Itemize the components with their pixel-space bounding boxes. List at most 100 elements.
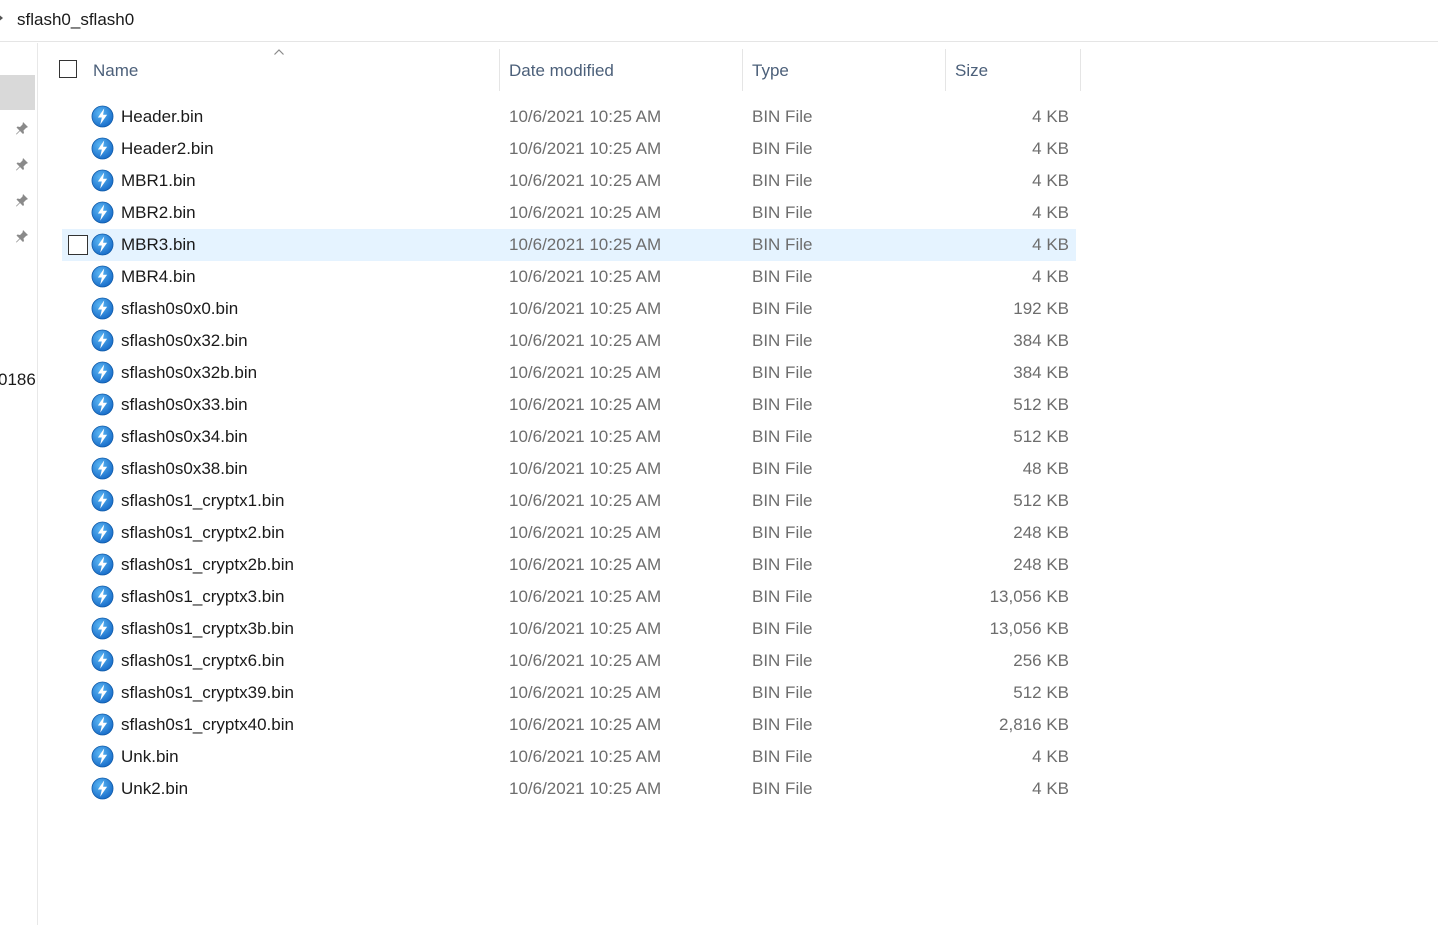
- file-size: 4 KB: [1032, 139, 1069, 158]
- file-row[interactable]: sflash0s0x0.bin 10/6/2021 10:25 AM BIN Fil…: [62, 293, 1076, 325]
- file-row[interactable]: MBR3.bin 10/6/2021 10:25 AM BIN File 4 KB: [62, 229, 1076, 261]
- file-size: 4 KB: [1032, 171, 1069, 190]
- file-name: sflash0s0x34.bin: [121, 427, 248, 446]
- flash-file-icon: [91, 265, 114, 288]
- navigation-pane: 0186: [0, 43, 38, 925]
- file-name: Unk.bin: [121, 747, 179, 766]
- file-row[interactable]: sflash0s0x34.bin 10/6/2021 10:25 AM BIN Fi…: [62, 421, 1076, 453]
- address-path[interactable]: sflash0_sflash0: [17, 10, 134, 30]
- file-size: 512 KB: [1013, 427, 1069, 446]
- pin-icon[interactable]: [14, 120, 30, 136]
- file-size: 4 KB: [1032, 107, 1069, 126]
- file-row[interactable]: sflash0s1_cryptx3b.bin 10/6/2021 10:25 AM…: [62, 613, 1076, 645]
- flash-file-icon: [91, 457, 114, 480]
- file-row[interactable]: sflash0s1_cryptx39.bin 10/6/2021 10:25 AM…: [62, 677, 1076, 709]
- column-header-name[interactable]: Name: [93, 61, 138, 81]
- pin-icon[interactable]: [14, 156, 30, 172]
- file-date-modified: 10/6/2021 10:25 AM: [509, 555, 662, 574]
- flash-file-icon: [91, 425, 114, 448]
- file-type: BIN File: [752, 235, 813, 254]
- file-date-modified: 10/6/2021 10:25 AM: [509, 363, 662, 382]
- file-name: sflash0s0x33.bin: [121, 395, 248, 414]
- flash-file-icon: [91, 617, 114, 640]
- file-row[interactable]: sflash0s1_cryptx2.bin 10/6/2021 10:25 AM B…: [62, 517, 1076, 549]
- file-row[interactable]: sflash0s1_cryptx40.bin 10/6/2021 10:25 AM…: [62, 709, 1076, 741]
- file-date-modified: 10/6/2021 10:25 AM: [509, 395, 662, 414]
- file-size: 48 KB: [1022, 459, 1069, 478]
- address-bar[interactable]: sflash0_sflash0: [0, 0, 1438, 42]
- file-row[interactable]: sflash0s0x32.bin 10/6/2021 10:25 AM BIN Fi…: [62, 325, 1076, 357]
- file-type: BIN File: [752, 139, 813, 158]
- file-row[interactable]: sflash0s1_cryptx2b.bin 10/6/2021 10:25 AM…: [62, 549, 1076, 581]
- file-row[interactable]: MBR2.bin 10/6/2021 10:25 AM BIN File 4 KB: [62, 197, 1076, 229]
- file-size: 2,816 KB: [999, 715, 1069, 734]
- file-date-modified: 10/6/2021 10:25 AM: [509, 139, 662, 158]
- column-header-size[interactable]: Size: [955, 61, 988, 81]
- flash-file-icon: [91, 137, 114, 160]
- pin-icon[interactable]: [14, 228, 30, 244]
- sort-ascending-icon: [274, 49, 284, 55]
- file-row[interactable]: sflash0s0x38.bin 10/6/2021 10:25 AM BIN Fi…: [62, 453, 1076, 485]
- file-name: sflash0s1_cryptx1.bin: [121, 491, 285, 510]
- file-date-modified: 10/6/2021 10:25 AM: [509, 427, 662, 446]
- file-date-modified: 10/6/2021 10:25 AM: [509, 171, 662, 190]
- flash-file-icon: [91, 585, 114, 608]
- flash-file-icon: [91, 329, 114, 352]
- column-divider[interactable]: [742, 49, 743, 91]
- flash-file-icon: [91, 489, 114, 512]
- file-row[interactable]: Unk.bin 10/6/2021 10:25 AM BIN File 4 KB: [62, 741, 1076, 773]
- file-name: sflash0s1_cryptx2.bin: [121, 523, 285, 542]
- chevron-right-icon[interactable]: [0, 13, 3, 23]
- pin-icon[interactable]: [14, 192, 30, 208]
- file-row[interactable]: MBR4.bin 10/6/2021 10:25 AM BIN File 4 KB: [62, 261, 1076, 293]
- file-date-modified: 10/6/2021 10:25 AM: [509, 587, 662, 606]
- file-type: BIN File: [752, 459, 813, 478]
- file-row[interactable]: Header.bin 10/6/2021 10:25 AM BIN File 4 KB: [62, 101, 1076, 133]
- file-date-modified: 10/6/2021 10:25 AM: [509, 267, 662, 286]
- file-row[interactable]: sflash0s0x32b.bin 10/6/2021 10:25 AM BIN F…: [62, 357, 1076, 389]
- file-name: sflash0s1_cryptx39.bin: [121, 683, 294, 702]
- column-divider[interactable]: [499, 49, 500, 91]
- column-header-type[interactable]: Type: [752, 61, 789, 81]
- file-type: BIN File: [752, 427, 813, 446]
- flash-file-icon: [91, 393, 114, 416]
- row-checkbox[interactable]: [68, 235, 88, 255]
- column-divider[interactable]: [945, 49, 946, 91]
- file-size: 248 KB: [1013, 555, 1069, 574]
- file-row[interactable]: Header2.bin 10/6/2021 10:25 AM BIN File 4 K…: [62, 133, 1076, 165]
- file-name: sflash0s0x38.bin: [121, 459, 248, 478]
- file-date-modified: 10/6/2021 10:25 AM: [509, 683, 662, 702]
- file-row[interactable]: sflash0s0x33.bin 10/6/2021 10:25 AM BIN Fi…: [62, 389, 1076, 421]
- file-type: BIN File: [752, 651, 813, 670]
- column-divider[interactable]: [1080, 49, 1081, 91]
- file-size: 4 KB: [1032, 267, 1069, 286]
- column-header-date[interactable]: Date modified: [509, 61, 614, 81]
- file-size: 248 KB: [1013, 523, 1069, 542]
- select-all-checkbox[interactable]: [59, 60, 77, 78]
- file-type: BIN File: [752, 203, 813, 222]
- nav-selected-item[interactable]: [0, 75, 35, 110]
- file-name: Unk2.bin: [121, 779, 189, 798]
- file-date-modified: 10/6/2021 10:25 AM: [509, 459, 662, 478]
- file-size: 192 KB: [1013, 299, 1069, 318]
- file-row[interactable]: sflash0s1_cryptx3.bin 10/6/2021 10:25 AM B…: [62, 581, 1076, 613]
- file-type: BIN File: [752, 267, 813, 286]
- file-type: BIN File: [752, 107, 813, 126]
- file-name: sflash0s0x32b.bin: [121, 363, 258, 382]
- file-type: BIN File: [752, 395, 813, 414]
- file-size: 512 KB: [1013, 683, 1069, 702]
- file-row[interactable]: Unk2.bin 10/6/2021 10:25 AM BIN File 4 KB: [62, 773, 1076, 805]
- file-name: sflash0s0x32.bin: [121, 331, 248, 350]
- file-date-modified: 10/6/2021 10:25 AM: [509, 107, 662, 126]
- file-row[interactable]: sflash0s1_cryptx1.bin 10/6/2021 10:25 AM B…: [62, 485, 1076, 517]
- flash-file-icon: [91, 713, 114, 736]
- file-date-modified: 10/6/2021 10:25 AM: [509, 619, 662, 638]
- flash-file-icon: [91, 745, 114, 768]
- file-type: BIN File: [752, 715, 813, 734]
- file-row[interactable]: MBR1.bin 10/6/2021 10:25 AM BIN File 4 KB: [62, 165, 1076, 197]
- file-size: 256 KB: [1013, 651, 1069, 670]
- nav-item-label[interactable]: 0186: [0, 370, 36, 390]
- file-size: 4 KB: [1032, 235, 1069, 254]
- flash-file-icon: [91, 777, 114, 800]
- file-row[interactable]: sflash0s1_cryptx6.bin 10/6/2021 10:25 AM B…: [62, 645, 1076, 677]
